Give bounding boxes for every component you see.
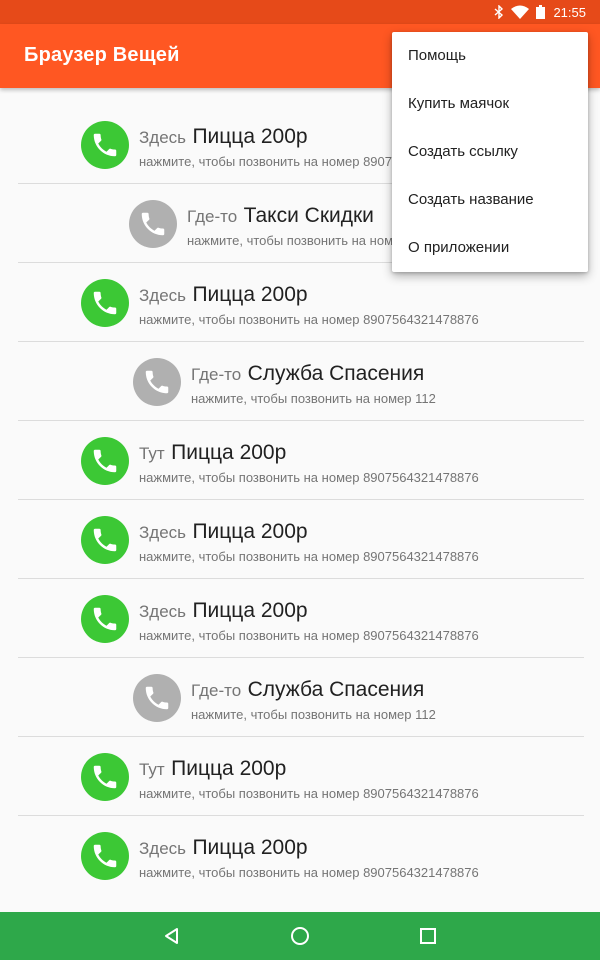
list-item[interactable]: Где-то Служба Спасения нажмите, чтобы по… <box>18 342 584 421</box>
menu-item-create-link[interactable]: Создать ссылку <box>392 128 588 176</box>
phone-icon[interactable] <box>133 674 181 722</box>
list-item[interactable]: Здесь Пицца 200р нажмите, чтобы позвонит… <box>18 579 584 658</box>
item-title: Такси Скидки <box>243 204 374 227</box>
menu-item-buy-beacon[interactable]: Купить маячок <box>392 80 588 128</box>
phone-icon[interactable] <box>129 200 177 248</box>
phone-icon[interactable] <box>81 279 129 327</box>
location-label: Здесь <box>139 128 186 147</box>
battery-icon <box>536 5 546 19</box>
bluetooth-icon <box>494 5 504 19</box>
recents-icon[interactable] <box>418 926 438 946</box>
navigation-bar <box>0 912 600 960</box>
item-subtitle: нажмите, чтобы позвонить на номер 890756… <box>139 470 479 485</box>
phone-icon[interactable] <box>81 121 129 169</box>
location-label: Здесь <box>139 523 186 542</box>
location-label: Здесь <box>139 286 186 305</box>
phone-icon[interactable] <box>81 516 129 564</box>
status-time: 21:55 <box>553 4 586 20</box>
item-subtitle: нажмите, чтобы позвонить на номер 890756… <box>139 628 479 643</box>
wifi-icon <box>511 5 530 19</box>
item-title: Пицца 200р <box>171 441 287 464</box>
location-label: Тут <box>139 760 165 779</box>
menu-item-create-name[interactable]: Создать название <box>392 176 588 224</box>
phone-icon[interactable] <box>81 832 129 880</box>
item-title: Пицца 200р <box>192 125 308 148</box>
item-subtitle: нажмите, чтобы позвонить на номер 112 <box>191 391 436 406</box>
item-title: Пицца 200р <box>192 283 308 306</box>
location-label: Где-то <box>191 365 242 384</box>
location-label: Здесь <box>139 839 186 858</box>
menu-item-about[interactable]: О приложении <box>392 224 588 272</box>
item-subtitle: нажмите, чтобы позвонить на номер 890756… <box>139 549 479 564</box>
list-item[interactable]: Здесь Пицца 200р нажмите, чтобы позвонит… <box>18 263 584 342</box>
phone-icon[interactable] <box>81 595 129 643</box>
item-subtitle: нажмите, чтобы позвонить на номер 890756… <box>139 865 479 880</box>
home-icon[interactable] <box>290 926 310 946</box>
item-subtitle: нажмите, чтобы позвонить на номер 890756… <box>139 312 479 327</box>
location-label: Где-то <box>187 207 238 226</box>
list-item[interactable]: Здесь Пицца 200р нажмите, чтобы позвонит… <box>18 816 584 895</box>
phone-icon[interactable] <box>81 753 129 801</box>
list-item[interactable]: Здесь Пицца 200р нажмите, чтобы позвонит… <box>18 500 584 579</box>
location-label: Где-то <box>191 681 242 700</box>
item-title: Служба Спасения <box>247 678 425 701</box>
item-title: Пицца 200р <box>171 757 287 780</box>
item-title: Пицца 200р <box>192 520 308 543</box>
back-icon[interactable] <box>162 926 182 946</box>
app-title: Браузер Вещей <box>24 44 180 66</box>
item-subtitle: нажмите, чтобы позвонить на номер <box>187 233 408 248</box>
phone-icon[interactable] <box>81 437 129 485</box>
item-title: Пицца 200р <box>192 599 308 622</box>
overflow-menu: Помощь Купить маячок Создать ссылку Созд… <box>392 32 588 272</box>
list-item[interactable]: Где-то Служба Спасения нажмите, чтобы по… <box>18 658 584 737</box>
status-bar: 21:55 <box>0 0 600 24</box>
location-label: Тут <box>139 444 165 463</box>
item-title: Служба Спасения <box>247 362 425 385</box>
item-title: Пицца 200р <box>192 836 308 859</box>
item-subtitle: нажмите, чтобы позвонить на номер 890756… <box>139 786 479 801</box>
list-item[interactable]: Тут Пицца 200р нажмите, чтобы позвонить … <box>18 737 584 816</box>
phone-icon[interactable] <box>133 358 181 406</box>
location-label: Здесь <box>139 602 186 621</box>
item-subtitle: нажмите, чтобы позвонить на номер 112 <box>191 707 436 722</box>
menu-item-help[interactable]: Помощь <box>392 32 588 80</box>
list-item[interactable]: Тут Пицца 200р нажмите, чтобы позвонить … <box>18 421 584 500</box>
